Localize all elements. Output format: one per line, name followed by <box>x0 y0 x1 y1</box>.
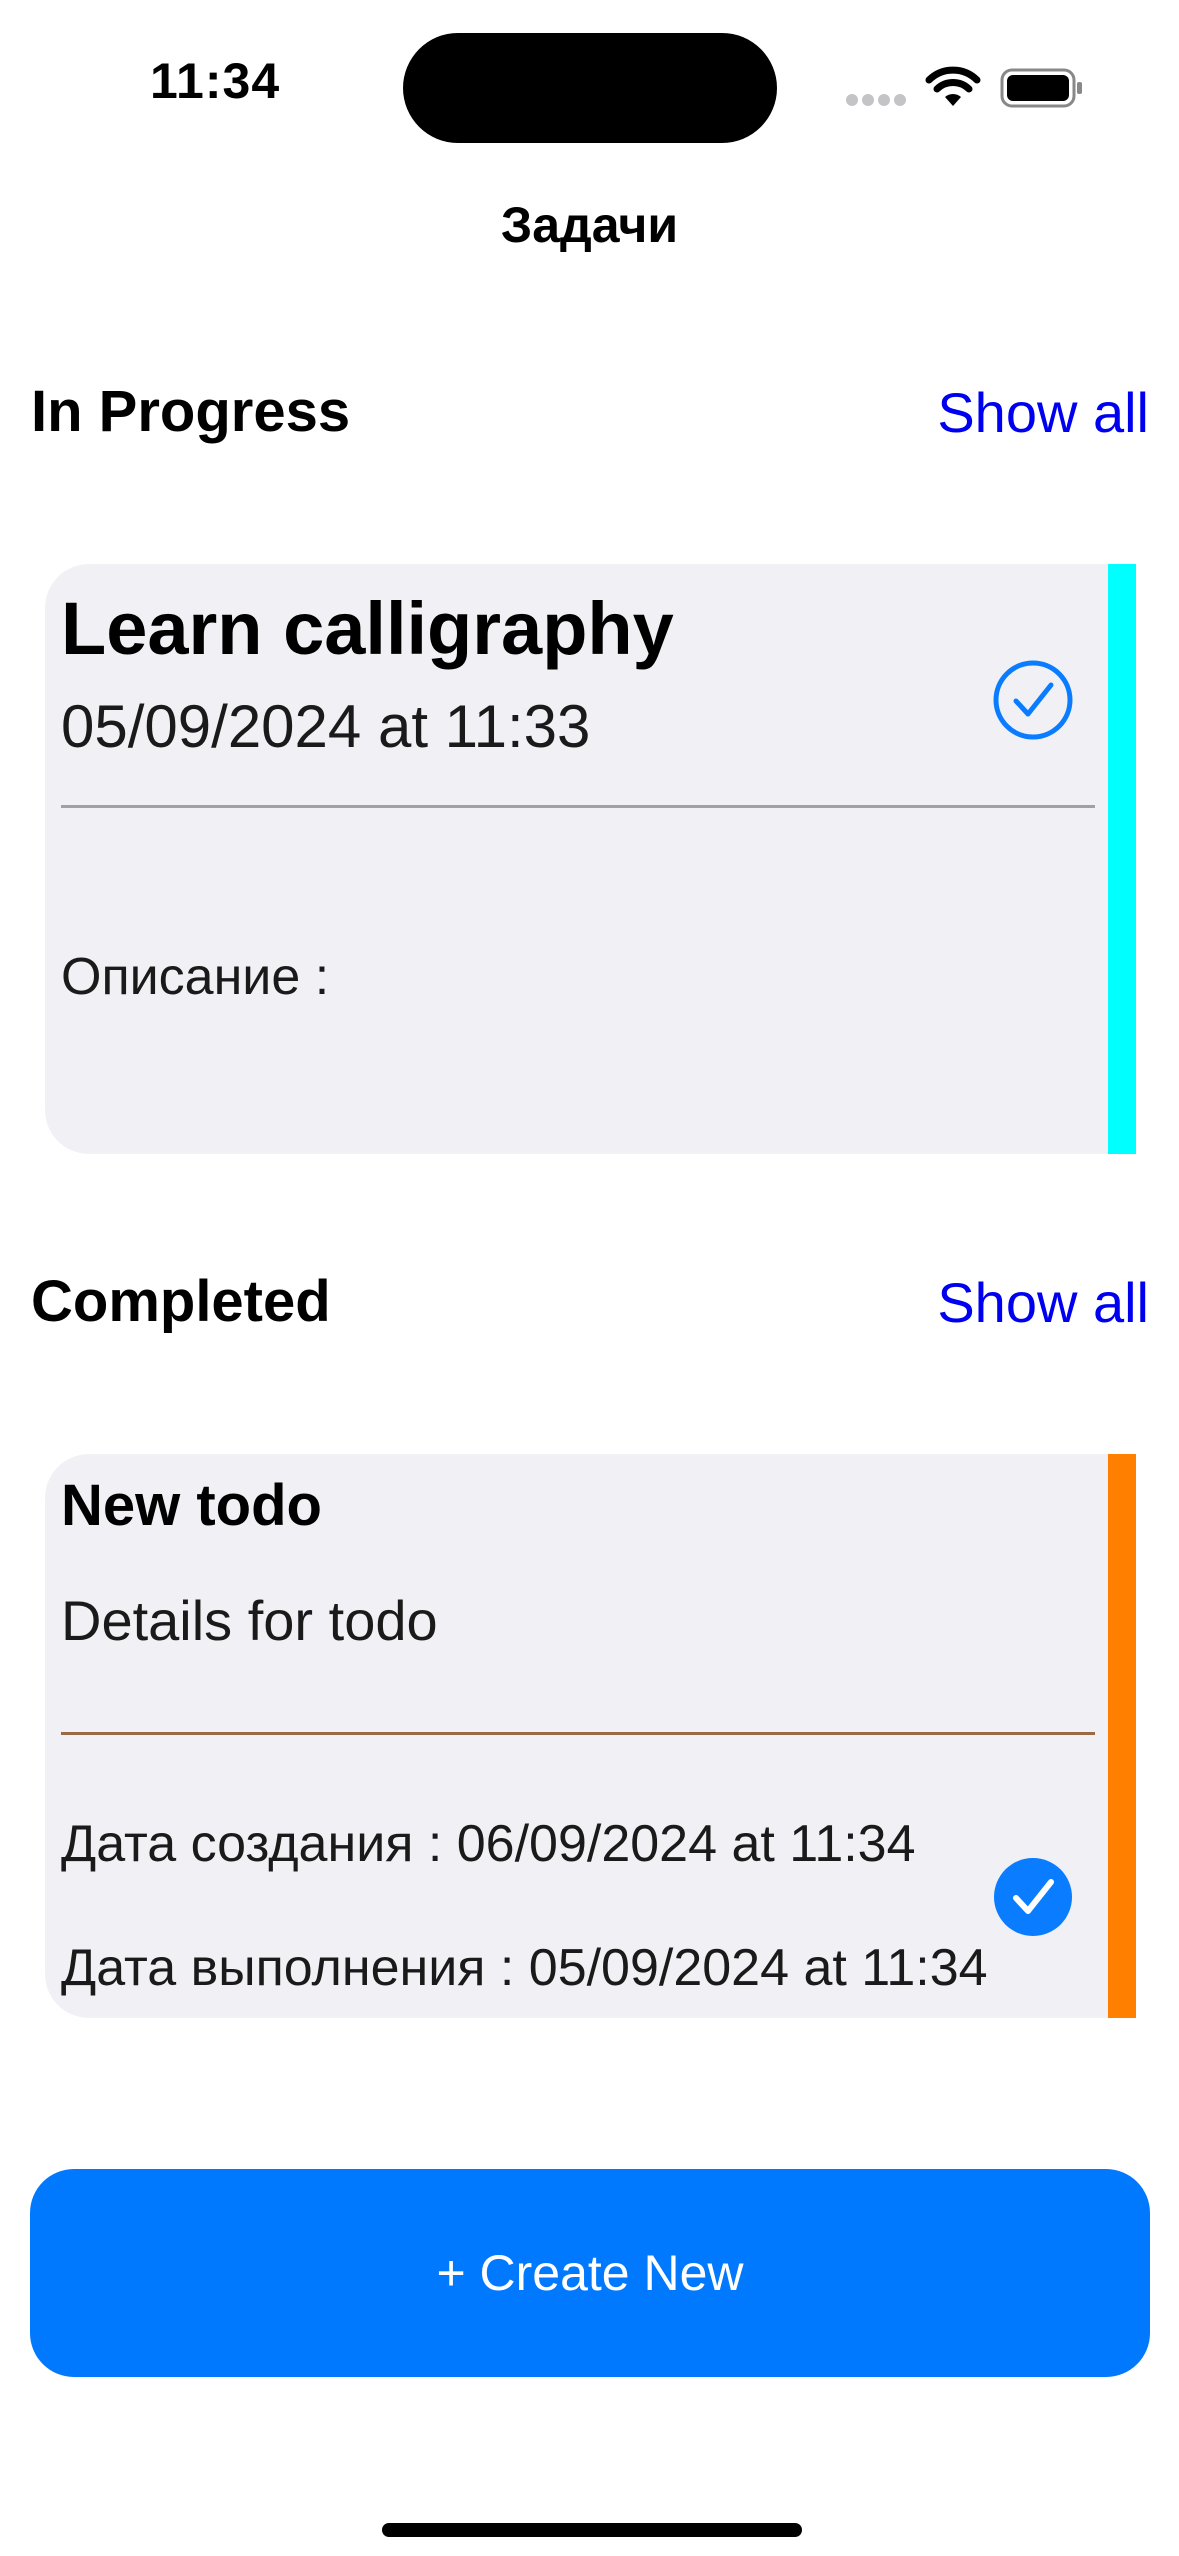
section-title-in-progress: In Progress <box>31 379 351 444</box>
task-card-in-progress[interactable]: Learn calligraphy 05/09/2024 at 11:33 Оп… <box>45 564 1136 1154</box>
task-title: Learn calligraphy <box>61 587 674 670</box>
task-title: New todo <box>61 1473 322 1538</box>
task-date: 05/09/2024 at 11:33 <box>61 693 591 760</box>
status-time: 11:34 <box>150 53 281 109</box>
status-stripe <box>1108 1454 1136 2018</box>
page-title: Задачи <box>500 197 679 253</box>
cellular-signal-icon <box>846 94 906 106</box>
show-all-in-progress-link[interactable]: Show all <box>937 380 1149 445</box>
home-indicator[interactable] <box>382 2523 802 2537</box>
create-new-label: + Create New <box>436 2245 744 2301</box>
battery-icon <box>1000 68 1082 108</box>
status-stripe <box>1108 564 1136 1154</box>
task-description-label: Описание : <box>61 948 330 1006</box>
create-new-button[interactable]: + Create New <box>30 2169 1150 2377</box>
card-divider <box>61 1732 1095 1735</box>
task-done-date: Дата выполнения : 05/09/2024 at 11:34 <box>61 1939 988 1997</box>
task-card-completed[interactable]: New todo Details for todo Дата создания … <box>45 1454 1136 2018</box>
dynamic-island <box>403 33 777 143</box>
checkmark-circle-filled-icon[interactable] <box>992 1856 1074 1938</box>
wifi-icon <box>925 66 981 106</box>
card-divider <box>61 805 1095 808</box>
task-details: Details for todo <box>61 1589 438 1652</box>
section-title-completed: Completed <box>31 1269 331 1334</box>
checkmark-circle-icon[interactable] <box>992 659 1074 741</box>
show-all-completed-link[interactable]: Show all <box>937 1270 1149 1335</box>
task-created-date: Дата создания : 06/09/2024 at 11:34 <box>61 1815 916 1873</box>
